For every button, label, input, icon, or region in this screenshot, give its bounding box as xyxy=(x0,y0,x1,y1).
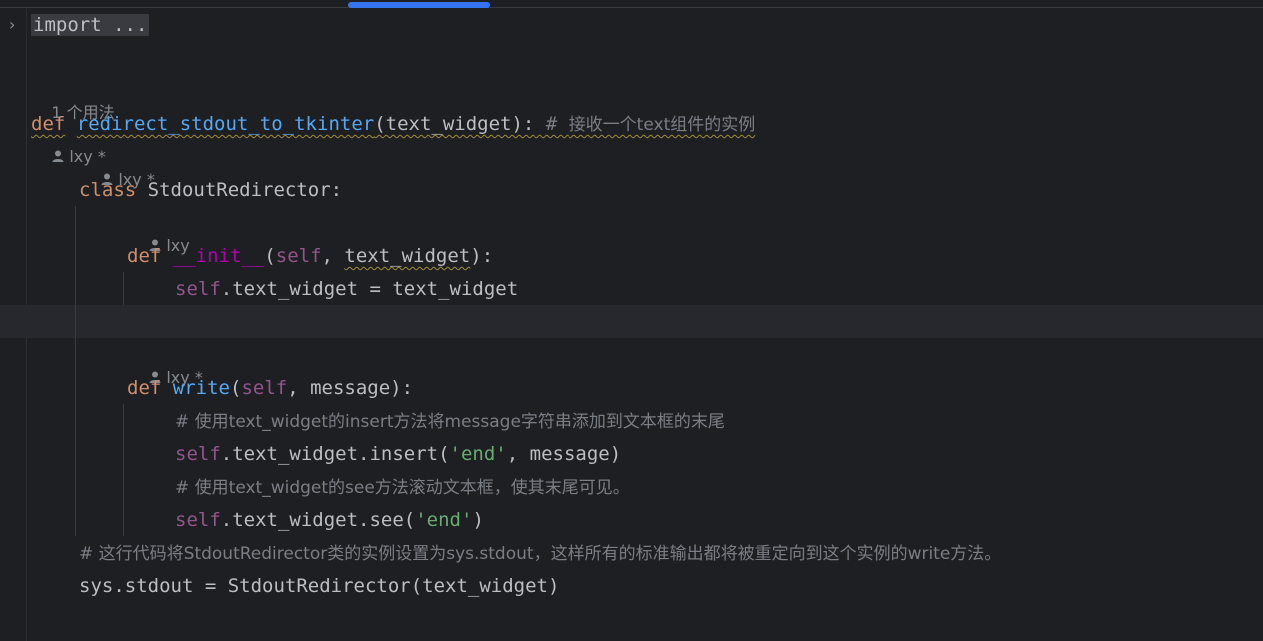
method-name: write xyxy=(172,377,230,399)
init-author-hint[interactable]: lxy xyxy=(128,213,190,255)
assign-expr: .text_widget = text_widget xyxy=(220,278,519,300)
insert-call: .text_widget.insert( xyxy=(220,443,450,465)
comment-text: # 使用text_widget的see方法滚动文本框，使其末尾可见。 xyxy=(175,478,630,498)
paren-open: ( xyxy=(229,377,242,399)
function-name: redirect_stdout_to_tkinter xyxy=(76,113,375,135)
code-line-comment3[interactable]: # 这行代码将StdoutRedirector类的实例设置为sys.stdout… xyxy=(79,537,1001,570)
write-author-hint[interactable]: lxy * xyxy=(128,345,203,387)
self-ref: self xyxy=(175,443,221,465)
paren-open: ( xyxy=(264,245,276,267)
code-line-class[interactable]: class StdoutRedirector: xyxy=(79,174,342,207)
sys-stdout-assign: sys.stdout = StdoutRedirector(text_widge… xyxy=(79,575,560,597)
comment-text: # 这行代码将StdoutRedirector类的实例设置为sys.stdout… xyxy=(79,544,1002,564)
indent-guide-write xyxy=(123,404,124,536)
chevron-right-icon[interactable]: › xyxy=(9,14,23,36)
string-literal: 'end' xyxy=(449,443,507,465)
keyword-def: def xyxy=(31,113,66,135)
comment-text: # 使用text_widget的insert方法将message字符串添加到文本… xyxy=(175,412,725,432)
class-author-hint[interactable]: lxy * xyxy=(80,147,155,189)
code-line-insert[interactable]: self.text_widget.insert('end', message) xyxy=(175,438,621,471)
keyword-def: def xyxy=(127,377,162,399)
self-ref: self xyxy=(175,278,221,300)
comment-hash: # xyxy=(534,113,569,135)
paren-close: ): xyxy=(470,245,494,267)
code-line-assign[interactable]: self.text_widget = text_widget xyxy=(175,273,518,306)
author-icon xyxy=(52,150,64,162)
code-line-see[interactable]: self.text_widget.see('end') xyxy=(175,504,484,537)
usages-hint[interactable]: 1 个用法 lxy * xyxy=(31,80,114,166)
function-comment: 接收一个text组件的实例 xyxy=(568,115,756,135)
code-line-sys-stdout[interactable]: sys.stdout = StdoutRedirector(text_widge… xyxy=(79,570,559,603)
function-params: (text_widget): xyxy=(374,113,535,135)
code-line-write[interactable]: def write(self, message): xyxy=(127,372,413,405)
keyword-def: def xyxy=(127,245,162,267)
param-text-widget: text_widget xyxy=(344,245,471,267)
string-literal: 'end' xyxy=(415,509,473,531)
param-separator: , xyxy=(321,245,345,267)
magic-method-name: __init__ xyxy=(172,245,265,267)
indent-guide-init xyxy=(123,272,124,305)
horizontal-scroll-thumb[interactable] xyxy=(348,2,490,8)
code-line-comment2[interactable]: # 使用text_widget的see方法滚动文本框，使其末尾可见。 xyxy=(175,471,630,504)
code-line-def[interactable]: def redirect_stdout_to_tkinter(text_widg… xyxy=(31,108,755,141)
see-call: .text_widget.see( xyxy=(220,509,416,531)
write-params: , message): xyxy=(287,377,414,399)
self-ref: self xyxy=(175,509,221,531)
see-close: ) xyxy=(472,509,484,531)
code-editor[interactable]: › import ... 1 个用法 lxy * def redirect_st… xyxy=(0,0,1263,641)
code-line-import[interactable]: import ... xyxy=(31,9,150,42)
keyword-class: class xyxy=(79,179,137,201)
indent-guide-class xyxy=(75,206,76,536)
self-param: self xyxy=(241,377,288,399)
current-line-highlight xyxy=(0,305,1263,338)
class-name: StdoutRedirector: xyxy=(136,179,343,201)
self-param: self xyxy=(275,245,322,267)
editor-top-border xyxy=(0,7,1263,8)
code-line-comment1[interactable]: # 使用text_widget的insert方法将message字符串添加到文本… xyxy=(175,405,725,438)
insert-args: , message) xyxy=(506,443,622,465)
folded-import[interactable]: import ... xyxy=(31,14,150,36)
code-line-init[interactable]: def __init__(self, text_widget): xyxy=(127,240,493,273)
